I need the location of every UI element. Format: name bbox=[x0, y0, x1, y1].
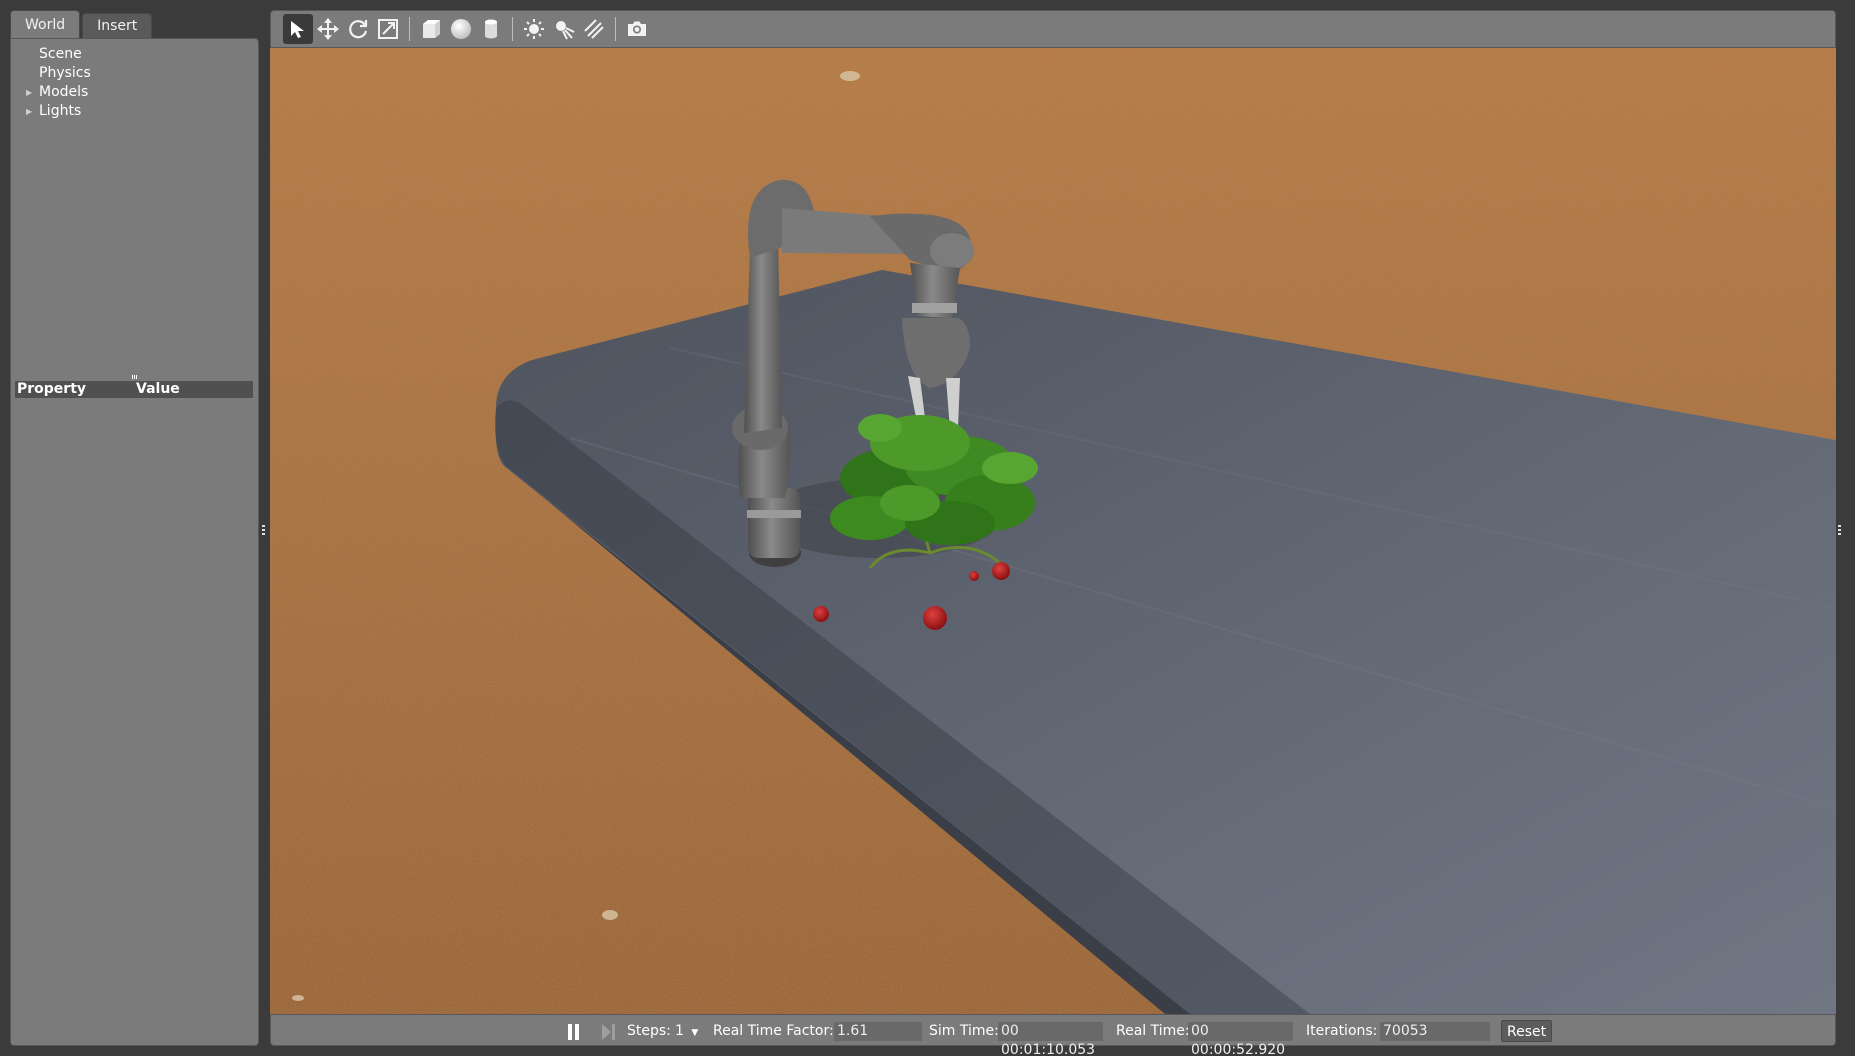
point-light-icon[interactable] bbox=[519, 14, 549, 44]
real-time-factor-label: Real Time Factor: bbox=[713, 1023, 834, 1039]
rotate-icon[interactable] bbox=[343, 14, 373, 44]
tree-item-label: Physics bbox=[39, 65, 91, 81]
pause-button[interactable] bbox=[567, 1015, 587, 1047]
left-panel-collapse-handle[interactable] bbox=[262, 525, 265, 535]
real-time-factor-field: 1.61 bbox=[834, 1022, 922, 1041]
reset-button[interactable]: Reset bbox=[1501, 1020, 1553, 1042]
tree-item-models[interactable]: ▶ Models bbox=[11, 83, 258, 102]
pause-icon bbox=[568, 1024, 579, 1040]
spot-light-icon[interactable] bbox=[549, 14, 579, 44]
left-panel-tabs: World Insert bbox=[10, 10, 153, 38]
screenshot-camera-icon[interactable] bbox=[622, 14, 652, 44]
directional-light-icon[interactable] bbox=[579, 14, 609, 44]
tree-item-label: Models bbox=[39, 84, 89, 100]
iterations-label: Iterations: bbox=[1306, 1023, 1378, 1039]
real-time-field: 00 00:00:52.920 bbox=[1188, 1022, 1293, 1056]
step-button[interactable] bbox=[601, 1015, 621, 1047]
tree-item-scene[interactable]: Scene bbox=[11, 45, 258, 64]
value-column-header[interactable]: Value bbox=[134, 381, 253, 398]
tree-item-physics[interactable]: Physics bbox=[11, 64, 258, 83]
tree-item-label: Scene bbox=[39, 46, 82, 62]
box-shape-icon[interactable] bbox=[416, 14, 446, 44]
toolbar-separator bbox=[409, 17, 410, 41]
tab-world[interactable]: World bbox=[10, 10, 81, 38]
steps-spinbox[interactable]: 1 ▼ bbox=[675, 1015, 698, 1047]
tree-item-label: Lights bbox=[39, 103, 82, 119]
scene-render[interactable] bbox=[270, 48, 1836, 1014]
sphere-shape-icon[interactable] bbox=[446, 14, 476, 44]
tree-item-lights[interactable]: ▶ Lights bbox=[11, 102, 258, 121]
steps-label: Steps: bbox=[627, 1023, 671, 1039]
chevron-down-icon[interactable]: ▼ bbox=[691, 1028, 698, 1038]
world-tree: Scene Physics ▶ Models ▶ Lights bbox=[11, 39, 258, 121]
sim-time-field: 00 00:01:10.053 bbox=[998, 1022, 1103, 1056]
expand-arrow-icon[interactable]: ▶ bbox=[26, 83, 32, 102]
sim-time-label: Sim Time: bbox=[929, 1023, 999, 1039]
steps-value: 1 bbox=[675, 1023, 684, 1039]
cylinder-shape-icon[interactable] bbox=[476, 14, 506, 44]
world-panel: Scene Physics ▶ Models ▶ Lights Property… bbox=[10, 38, 259, 1046]
main-toolbar bbox=[270, 10, 1836, 48]
select-arrow-icon[interactable] bbox=[283, 14, 313, 44]
simulation-status-bar: Steps: 1 ▼ Real Time Factor: 1.61 Sim Ti… bbox=[270, 1014, 1836, 1056]
property-column-header[interactable]: Property bbox=[15, 381, 134, 398]
real-time-label: Real Time: bbox=[1116, 1023, 1190, 1039]
3d-viewport[interactable] bbox=[270, 48, 1836, 1014]
scale-icon[interactable] bbox=[373, 14, 403, 44]
toolbar-separator bbox=[512, 17, 513, 41]
property-table-header: Property Value bbox=[15, 381, 253, 398]
expand-arrow-icon[interactable]: ▶ bbox=[26, 102, 32, 121]
tab-insert[interactable]: Insert bbox=[82, 13, 153, 38]
toolbar-separator bbox=[615, 17, 616, 41]
step-forward-icon bbox=[602, 1024, 615, 1040]
translate-icon[interactable] bbox=[313, 14, 343, 44]
right-panel-collapse-handle[interactable] bbox=[1838, 525, 1841, 535]
iterations-field: 70053 bbox=[1380, 1022, 1490, 1041]
